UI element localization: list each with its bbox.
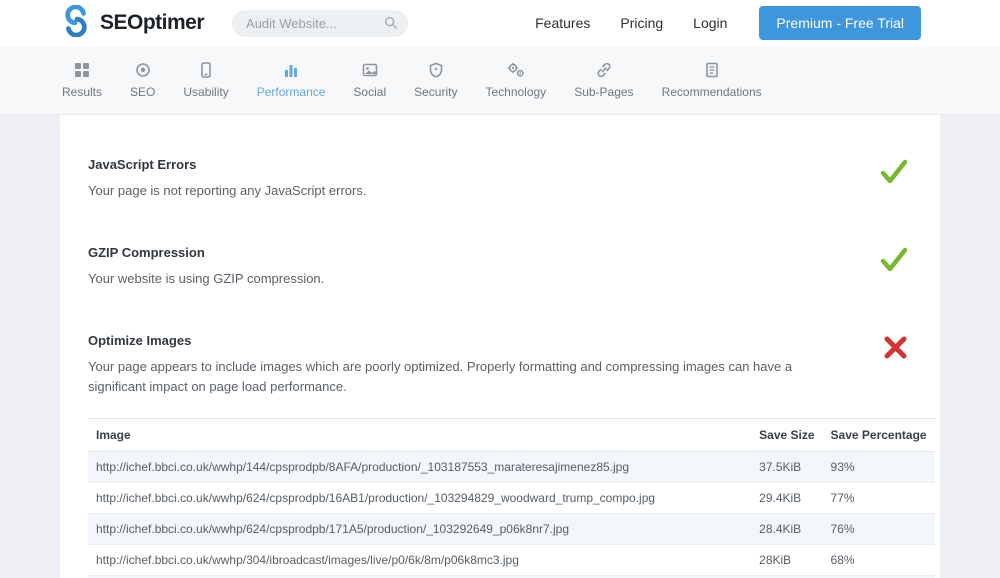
bar-chart-icon [283, 62, 299, 78]
fail-cross-icon [868, 333, 908, 397]
tab-performance[interactable]: Performance [243, 62, 340, 99]
table-row: http://ichef.bbci.co.uk/wwhp/304/ibroadc… [88, 544, 935, 575]
table-row: http://ichef.bbci.co.uk/wwhp/624/cpsprod… [88, 513, 935, 544]
gears-icon [507, 62, 525, 78]
image-url: http://ichef.bbci.co.uk/wwhp/304/ibroadc… [88, 544, 751, 575]
tab-label: Performance [257, 85, 326, 99]
image-url: http://ichef.bbci.co.uk/wwhp/624/cpsprod… [88, 513, 751, 544]
grid-icon [74, 62, 90, 78]
save-size: 29.4KiB [751, 482, 822, 513]
mobile-icon [198, 62, 214, 78]
section-title: Optimize Images [88, 333, 828, 348]
seoptimer-logo-icon [60, 5, 92, 42]
section-optimize-images: Optimize Images Your page appears to inc… [88, 333, 908, 397]
tab-results[interactable]: Results [48, 62, 116, 99]
shield-icon [428, 62, 444, 78]
link-icon [596, 62, 612, 78]
nav-features[interactable]: Features [535, 15, 590, 31]
tab-technology[interactable]: Technology [471, 62, 560, 99]
tab-sub-pages[interactable]: Sub-Pages [560, 62, 647, 99]
tab-security[interactable]: Security [400, 62, 471, 99]
optimize-images-table: Image Save Size Save Percentage http://i… [88, 418, 935, 578]
column-header-save-size: Save Size [751, 418, 822, 451]
section-description: Your page appears to include images whic… [88, 357, 828, 397]
table-row: http://ichef.bbci.co.uk/wwhp/624/cpsprod… [88, 482, 935, 513]
table-header-row: Image Save Size Save Percentage [88, 418, 935, 451]
column-header-image: Image [88, 418, 751, 451]
tab-label: SEO [130, 85, 155, 99]
save-size: 37.5KiB [751, 451, 822, 482]
tab-label: Sub-Pages [574, 85, 633, 99]
photo-icon [362, 62, 378, 78]
logo-text: SEOptimer [100, 11, 204, 35]
section-gzip-compression: GZIP Compression Your website is using G… [88, 245, 908, 289]
image-url: http://ichef.bbci.co.uk/wwhp/144/cpsprod… [88, 451, 751, 482]
tab-label: Recommendations [662, 85, 762, 99]
save-percentage: 93% [823, 451, 935, 482]
save-percentage: 76% [823, 513, 935, 544]
save-percentage: 68% [823, 544, 935, 575]
table-row: http://ichef.bbci.co.uk/wwhp/144/cpsprod… [88, 451, 935, 482]
column-header-save-percentage: Save Percentage [823, 418, 935, 451]
content-background: JavaScript Errors Your page is not repor… [0, 115, 1000, 578]
tab-label: Technology [485, 85, 546, 99]
report-tabbar: Results SEO Usability Performanc [0, 46, 1000, 115]
tab-label: Security [414, 85, 457, 99]
main-nav: Features Pricing Login [535, 15, 727, 31]
tab-usability[interactable]: Usability [169, 62, 242, 99]
nav-pricing[interactable]: Pricing [620, 15, 663, 31]
search-icon [384, 16, 398, 30]
pass-check-icon [868, 245, 908, 289]
save-size: 28KiB [751, 544, 822, 575]
tab-recommendations[interactable]: Recommendations [648, 62, 776, 99]
performance-report-card: JavaScript Errors Your page is not repor… [60, 115, 940, 578]
section-description: Your website is using GZIP compression. [88, 269, 828, 289]
nav-login[interactable]: Login [693, 15, 727, 31]
tab-label: Results [62, 85, 102, 99]
tab-label: Usability [183, 85, 228, 99]
tab-seo[interactable]: SEO [116, 62, 169, 99]
audit-search [232, 10, 408, 37]
image-url: http://ichef.bbci.co.uk/wwhp/624/cpsprod… [88, 482, 751, 513]
tab-social[interactable]: Social [339, 62, 400, 99]
section-title: JavaScript Errors [88, 157, 828, 172]
target-icon [135, 62, 151, 78]
header: SEOptimer Features Pricing Login Premium… [0, 0, 1000, 46]
tab-label: Social [353, 85, 386, 99]
save-percentage: 77% [823, 482, 935, 513]
section-javascript-errors: JavaScript Errors Your page is not repor… [88, 157, 908, 201]
premium-free-trial-button[interactable]: Premium - Free Trial [759, 6, 921, 40]
save-size: 28.4KiB [751, 513, 822, 544]
audit-search-input[interactable] [232, 10, 408, 37]
section-title: GZIP Compression [88, 245, 828, 260]
document-icon [704, 62, 720, 78]
section-description: Your page is not reporting any JavaScrip… [88, 181, 828, 201]
logo[interactable]: SEOptimer [60, 5, 204, 42]
pass-check-icon [868, 157, 908, 201]
